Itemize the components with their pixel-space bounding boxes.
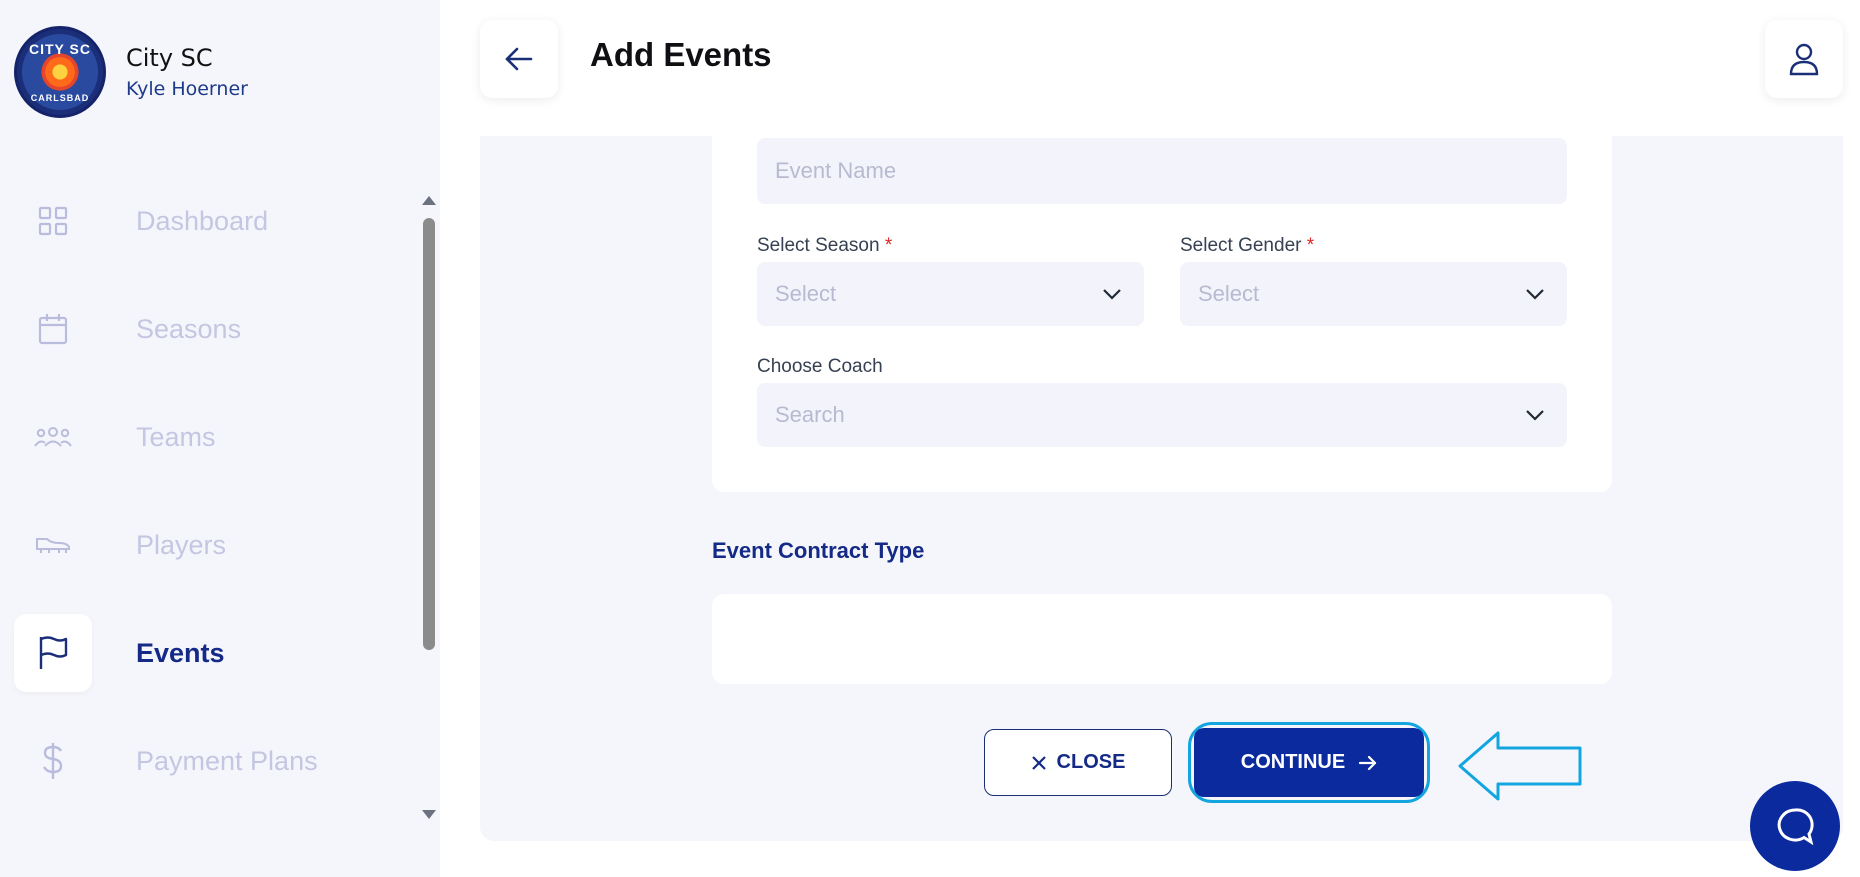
sidebar-item-dashboard[interactable]: Dashboard [14,182,404,260]
event-name-input[interactable]: Event Name [757,138,1567,204]
sidebar-item-label: Teams [136,421,216,452]
brand: CITY SC CARLSBAD City SC Kyle Hoerner [14,26,248,118]
grid-icon [14,182,92,260]
sidebar-item-players[interactable]: Players [14,506,404,584]
chat-bubble-icon [1777,808,1814,846]
calendar-icon [14,290,92,368]
coach-search-select[interactable]: Search [757,383,1567,447]
scroll-thumb[interactable] [423,218,435,650]
user-name: Kyle Hoerner [126,78,248,100]
sidebar-item-label: Dashboard [136,205,269,236]
sidebar: CITY SC CARLSBAD City SC Kyle Hoerner Da… [0,0,440,877]
logo-text-bottom: CARLSBAD [30,93,90,103]
sidebar-item-events[interactable]: Events [14,614,404,692]
logo-text-top: CITY SC [29,41,91,57]
user-icon [1789,43,1819,76]
gender-select[interactable]: Select [1180,262,1567,326]
season-select-value: Select [775,281,837,306]
close-icon [1031,755,1046,770]
required-mark: * [1306,235,1315,256]
scroll-down-arrow-icon[interactable] [422,810,436,819]
sidebar-item-label: Events [136,637,225,668]
club-name: City SC [126,44,213,72]
contract-type-title: Event Contract Type [712,538,925,563]
season-select[interactable]: Select [757,262,1144,326]
people-icon [14,398,92,476]
club-logo[interactable]: CITY SC CARLSBAD [14,26,106,118]
arrow-left-icon [505,47,533,71]
form-content: Event Name Select Season * Select Select… [480,136,1843,841]
sidebar-nav: Dashboard Seasons Teams Players Events P… [0,170,420,830]
chat-button[interactable] [1750,781,1840,871]
pointer-arrow-icon [1458,731,1582,801]
sidebar-item-payment-plans[interactable]: Payment Plans [14,722,404,800]
sidebar-item-label: Payment Plans [136,745,318,776]
continue-button-label: CONTINUE [1240,751,1346,773]
sidebar-item-label: Seasons [136,313,242,344]
brand-text: City SC Kyle Hoerner [126,44,248,100]
coach-label: Choose Coach [757,356,883,377]
season-label: Select Season * [757,235,893,256]
chevron-down-icon [1526,410,1544,421]
required-mark: * [884,235,893,256]
sidebar-item-teams[interactable]: Teams [14,398,404,476]
continue-button[interactable]: CONTINUE [1194,728,1424,797]
chevron-down-icon [1526,289,1544,300]
close-button[interactable]: CLOSE [984,729,1172,796]
gender-select-value: Select [1198,281,1260,306]
sun-icon [45,57,75,87]
back-button[interactable] [480,20,558,98]
page-title: Add Events [590,36,772,73]
contract-type-box[interactable] [712,594,1612,684]
gender-label: Select Gender * [1180,235,1315,256]
cleat-icon [14,506,92,584]
sidebar-scrollbar[interactable] [418,190,440,830]
coach-search-value: Search [775,402,845,427]
close-button-label: CLOSE [1056,751,1126,773]
chevron-down-icon [1103,289,1121,300]
profile-button[interactable] [1765,20,1843,98]
sidebar-item-label: Players [136,529,227,560]
event-details-card: Event Name Select Season * Select Select… [712,136,1612,492]
arrow-right-icon [1359,755,1377,770]
sidebar-item-seasons[interactable]: Seasons [14,290,404,368]
dollar-icon [14,722,92,800]
scroll-up-arrow-icon[interactable] [422,196,436,205]
flag-icon [14,614,92,692]
main-area: Add Events Event Name Select Season * Se… [440,0,1860,877]
